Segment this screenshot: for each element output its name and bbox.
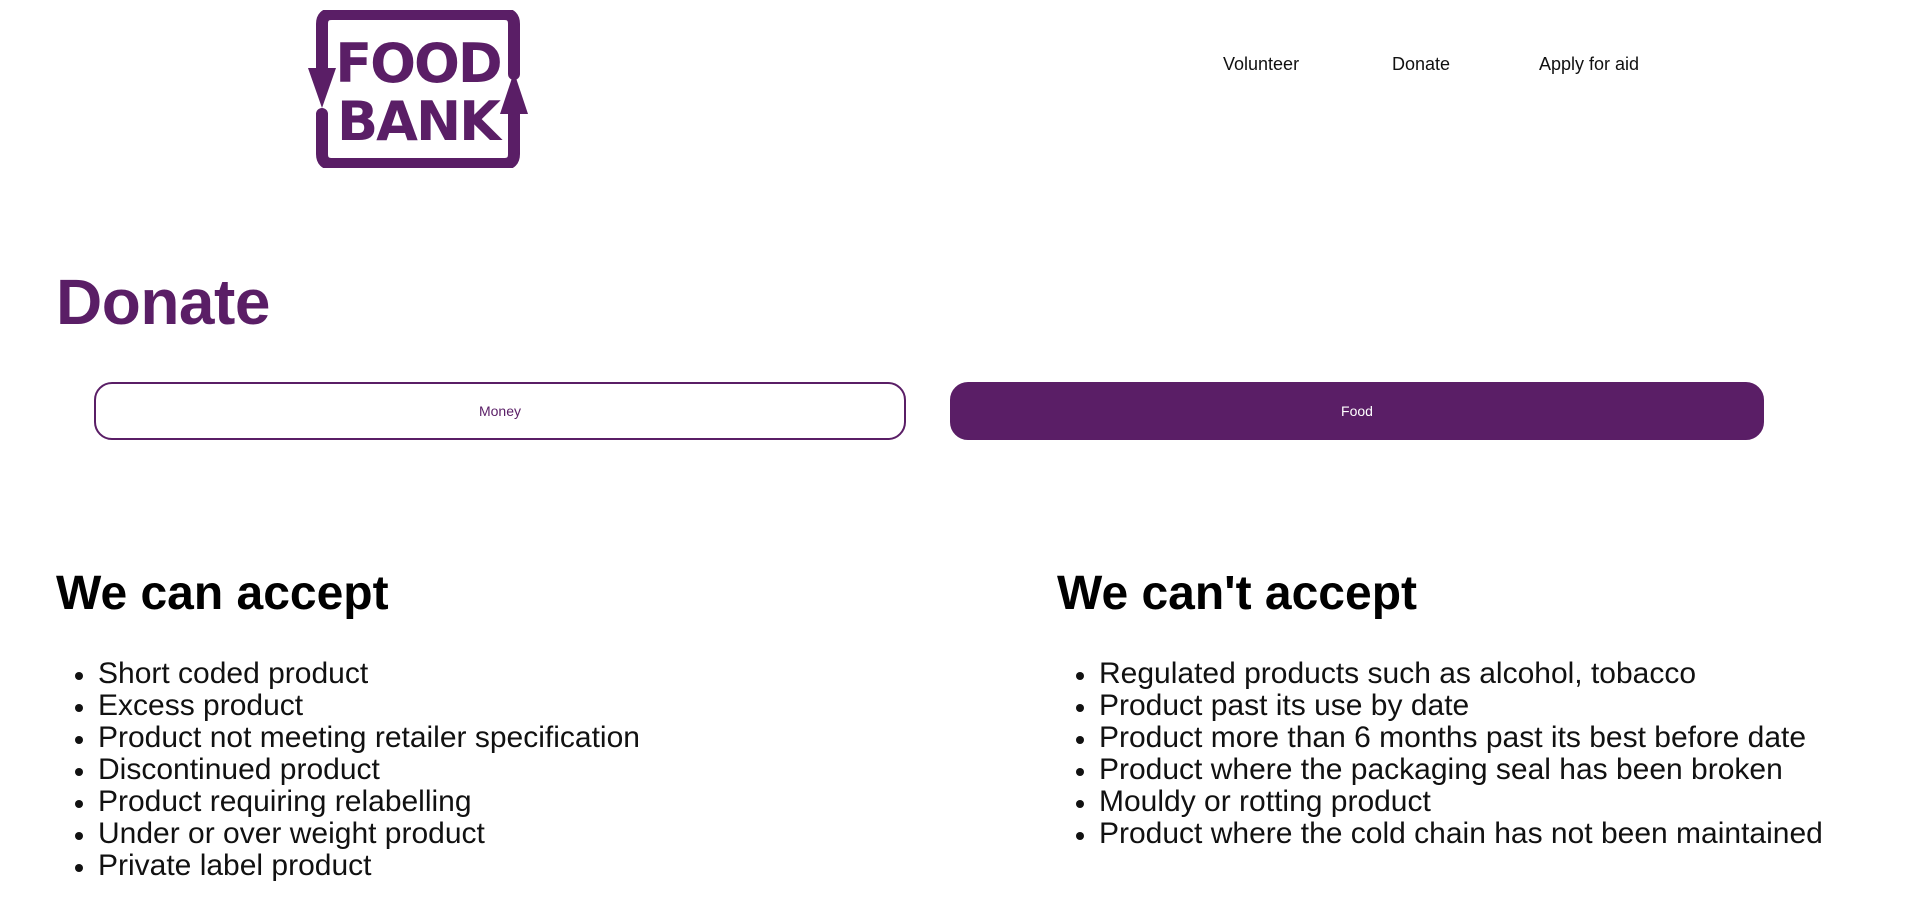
list-item: Product where the packaging seal has bee… bbox=[1057, 754, 1823, 786]
donate-food-button[interactable]: Food bbox=[950, 382, 1764, 440]
reject-list: Regulated products such as alcohol, toba… bbox=[1057, 658, 1823, 850]
accept-list: Short coded product Excess product Produ… bbox=[56, 658, 640, 882]
list-item: Product past its use by date bbox=[1057, 690, 1823, 722]
list-item: Short coded product bbox=[56, 658, 640, 690]
logo-up-arrow-icon bbox=[500, 72, 528, 114]
reject-section: We can't accept Regulated products such … bbox=[1057, 566, 1913, 850]
list-item: Product where the cold chain has not bee… bbox=[1057, 818, 1823, 850]
donate-money-button[interactable]: Money bbox=[94, 382, 906, 440]
list-item: Product more than 6 months past its best… bbox=[1057, 722, 1823, 754]
list-item: Product requiring relabelling bbox=[56, 786, 640, 818]
list-item: Excess product bbox=[56, 690, 640, 722]
list-item: Discontinued product bbox=[56, 754, 640, 786]
nav-link-apply-for-aid[interactable]: Apply for aid bbox=[1539, 52, 1639, 76]
accept-heading: We can accept bbox=[56, 567, 389, 620]
foodbank-logo[interactable]: FOOD BANK bbox=[308, 10, 528, 168]
list-item: Regulated products such as alcohol, toba… bbox=[1057, 658, 1823, 690]
main-nav: Volunteer Donate Apply for aid bbox=[0, 52, 1913, 76]
nav-link-volunteer[interactable]: Volunteer bbox=[1223, 52, 1299, 76]
list-item: Product not meeting retailer specificati… bbox=[56, 722, 640, 754]
nav-link-donate[interactable]: Donate bbox=[1392, 52, 1450, 76]
list-item: Under or over weight product bbox=[56, 818, 640, 850]
list-item: Private label product bbox=[56, 850, 640, 882]
page-title: Donate bbox=[56, 266, 270, 338]
accept-section: We can accept Short coded product Excess… bbox=[56, 566, 956, 882]
list-item: Mouldy or rotting product bbox=[1057, 786, 1823, 818]
reject-heading: We can't accept bbox=[1057, 567, 1417, 620]
logo-line2: BANK bbox=[337, 90, 503, 153]
